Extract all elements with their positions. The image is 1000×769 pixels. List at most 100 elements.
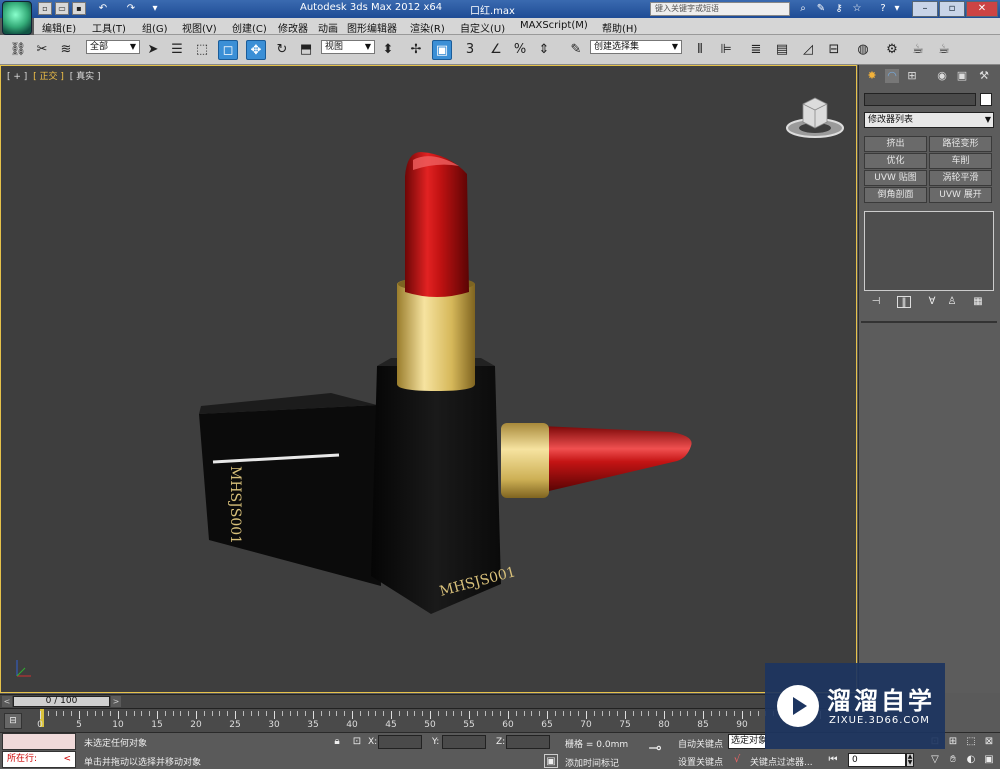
object-name-field[interactable] bbox=[864, 93, 976, 106]
horizontal-lipstick-bullet[interactable] bbox=[541, 426, 692, 491]
render-production-icon[interactable]: ☕ bbox=[934, 40, 954, 60]
menu-rendering[interactable]: 渲染(R) bbox=[410, 20, 445, 35]
minimize-button[interactable]: – bbox=[912, 1, 938, 17]
spinner-snap-icon[interactable]: ⇕ bbox=[534, 40, 554, 60]
edit-named-selection-icon[interactable]: ✎ bbox=[566, 40, 586, 60]
remove-modifier-icon[interactable]: ♙ bbox=[945, 296, 959, 308]
menu-create[interactable]: 创建(C) bbox=[232, 20, 267, 35]
key-icon[interactable]: ⊸ bbox=[648, 740, 662, 756]
snaps-toggle-icon[interactable]: 3 bbox=[460, 40, 480, 60]
modifier-stack-list[interactable] bbox=[864, 211, 994, 291]
zoom-region-icon[interactable]: ⬚ bbox=[964, 735, 978, 749]
key-icon[interactable]: ⚷ bbox=[832, 2, 846, 16]
orbit-icon[interactable]: ◐ bbox=[964, 753, 978, 767]
render-setup-icon[interactable]: ⚙ bbox=[882, 40, 902, 60]
modifier-button-extrude[interactable]: 挤出 bbox=[864, 136, 927, 152]
layer-manager-icon[interactable]: ≣ bbox=[746, 40, 766, 60]
select-and-move-icon[interactable]: ✥ bbox=[246, 40, 266, 60]
rectangular-selection-icon[interactable]: ⬚ bbox=[192, 40, 212, 60]
x-coordinate-field[interactable] bbox=[378, 735, 422, 749]
menu-maxscript[interactable]: MAXScript(M) bbox=[520, 20, 588, 31]
maxscript-listener-field[interactable] bbox=[2, 733, 76, 750]
modifier-button-lathe[interactable]: 车削 bbox=[929, 153, 992, 169]
auto-key-button[interactable]: 自动关键点 bbox=[678, 737, 723, 750]
hierarchy-icon[interactable]: ⊞ bbox=[905, 69, 919, 83]
frame-ruler[interactable]: 0 5 10 15 20 25 30 35 40 45 50 55 60 65 70 75 80 85 90 bbox=[36, 709, 836, 733]
go-to-start-icon[interactable]: ⏮ bbox=[826, 753, 840, 767]
select-manipulate-icon[interactable]: ✢ bbox=[406, 40, 426, 60]
modify-icon[interactable]: ◠ bbox=[885, 69, 899, 83]
help-dropdown-icon[interactable]: ▾ bbox=[890, 2, 904, 16]
time-slider-prev-icon[interactable]: < bbox=[2, 696, 12, 707]
search-input[interactable]: 键入关键字或短语 bbox=[650, 2, 790, 16]
frame-spinner-icon[interactable]: ▲ ▼ bbox=[906, 753, 914, 767]
keyboard-shortcut-override-icon[interactable]: ▣ bbox=[432, 40, 452, 60]
time-slider[interactable]: < 0 / 100 > bbox=[0, 694, 857, 708]
reference-coordinate-dropdown[interactable]: 视图 ▼ bbox=[321, 40, 375, 54]
app-logo-icon[interactable] bbox=[2, 1, 32, 35]
wrench-icon[interactable]: ✎ bbox=[814, 2, 828, 16]
redo-icon[interactable]: ↷ bbox=[124, 2, 138, 16]
modifier-button-path-deform[interactable]: 路径变形 bbox=[929, 136, 992, 152]
configure-sets-icon[interactable]: ▦ bbox=[971, 296, 985, 308]
utilities-icon[interactable]: ⚒ bbox=[977, 69, 991, 83]
menu-views[interactable]: 视图(V) bbox=[182, 20, 217, 35]
menu-edit[interactable]: 编辑(E) bbox=[42, 20, 76, 35]
create-icon[interactable]: ✸ bbox=[865, 69, 879, 83]
vertical-lipstick-bullet[interactable] bbox=[405, 152, 469, 297]
select-and-rotate-icon[interactable]: ↻ bbox=[272, 40, 292, 60]
modifier-button-unwrap-uvw[interactable]: UVW 展开 bbox=[929, 187, 992, 203]
motion-icon[interactable]: ◉ bbox=[935, 69, 949, 83]
star-icon[interactable]: ☆ bbox=[850, 2, 864, 16]
zoom-all-icon[interactable]: ⊞ bbox=[946, 735, 960, 749]
graphite-tools-icon[interactable]: ▤ bbox=[772, 40, 792, 60]
show-end-result-icon[interactable]: ‖ bbox=[897, 296, 911, 308]
menu-customize[interactable]: 自定义(U) bbox=[460, 20, 505, 35]
mirror-icon[interactable]: ⫴ bbox=[690, 40, 710, 60]
z-coordinate-field[interactable] bbox=[506, 735, 550, 749]
pin-stack-icon[interactable]: ⊣ bbox=[869, 296, 883, 308]
absolute-mode-icon[interactable]: ⊡ bbox=[350, 735, 364, 749]
unlink-icon[interactable]: ✂ bbox=[32, 40, 52, 60]
select-and-scale-icon[interactable]: ⬒ bbox=[296, 40, 316, 60]
viewcube-icon[interactable] bbox=[785, 92, 845, 138]
pan-view-icon[interactable]: ✋︎ bbox=[946, 753, 960, 767]
add-time-tag[interactable]: 添加时间标记 bbox=[565, 756, 619, 769]
maximize-viewport-icon[interactable]: ▣ bbox=[982, 753, 996, 767]
current-frame-field[interactable]: 0 bbox=[848, 753, 906, 767]
select-object-icon[interactable]: ➤ bbox=[143, 40, 163, 60]
select-and-link-icon[interactable]: ⛓ bbox=[8, 40, 28, 60]
save-file-icon[interactable]: ▪ bbox=[72, 2, 86, 15]
menu-help[interactable]: 帮助(H) bbox=[602, 20, 637, 35]
perspective-viewport[interactable]: [ + ] [ 正交 ] [ 真实 ] MHSJS001 MHSJS001 bbox=[0, 65, 857, 693]
schematic-view-icon[interactable]: ⊟ bbox=[824, 40, 844, 60]
open-file-icon[interactable]: ▭ bbox=[55, 2, 69, 15]
maximize-button[interactable]: ▫ bbox=[939, 1, 965, 17]
close-button[interactable]: ✕ bbox=[966, 1, 998, 17]
set-key-button[interactable]: 设置关键点 bbox=[678, 755, 723, 768]
align-icon[interactable]: ⊫ bbox=[716, 40, 736, 60]
menu-graph-editors[interactable]: 图形编辑器 bbox=[347, 20, 397, 35]
modifier-list-dropdown[interactable]: 修改器列表 ▼ bbox=[864, 112, 994, 128]
key-filters-icon[interactable]: √ bbox=[730, 753, 744, 767]
selection-set-dropdown[interactable]: 选定对象 bbox=[728, 734, 766, 749]
curve-editor-icon[interactable]: ◿ bbox=[798, 40, 818, 60]
window-crossing-icon[interactable]: ◻ bbox=[218, 40, 238, 60]
maxscript-location-field[interactable]: 所在行: < bbox=[2, 751, 76, 768]
binoculars-icon[interactable]: ⌕ bbox=[796, 2, 810, 16]
zoom-extents-all-icon[interactable]: ⊠ bbox=[982, 735, 996, 749]
rendered-frame-window-icon[interactable]: ☕ bbox=[908, 40, 928, 60]
menu-modifiers[interactable]: 修改器 bbox=[278, 20, 308, 35]
make-unique-icon[interactable]: ∀ bbox=[925, 296, 939, 308]
menu-tools[interactable]: 工具(T) bbox=[92, 20, 126, 35]
display-icon[interactable]: ▣ bbox=[955, 69, 969, 83]
menu-animation[interactable]: 动画 bbox=[318, 20, 338, 35]
key-filters-button[interactable]: 关键点过滤器... bbox=[750, 755, 813, 768]
time-slider-handle[interactable]: 0 / 100 bbox=[13, 696, 110, 707]
select-by-name-icon[interactable]: ☰ bbox=[167, 40, 187, 60]
help-icon[interactable]: ? bbox=[876, 2, 890, 16]
new-file-icon[interactable]: ▫ bbox=[38, 2, 52, 15]
pivot-center-icon[interactable]: ⬍ bbox=[378, 40, 398, 60]
angle-snap-icon[interactable]: ∠ bbox=[486, 40, 506, 60]
track-bar-toggle-icon[interactable]: ⊟ bbox=[4, 713, 22, 729]
